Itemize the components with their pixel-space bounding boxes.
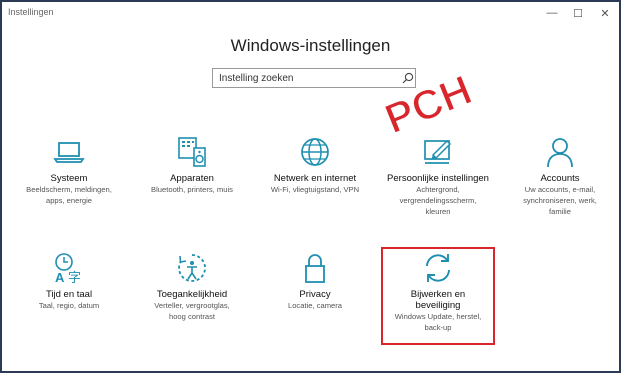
person-icon <box>547 138 573 168</box>
page-title: Windows-instellingen <box>230 36 391 55</box>
tile-title: Apparaten <box>170 173 214 184</box>
tile-desc: Locatie, camera <box>287 301 343 310</box>
watermark-text: PCH <box>378 66 474 132</box>
minimize-button[interactable]: — <box>539 4 565 22</box>
tile-desc: Wi-Fi, vliegtuigstand, VPN <box>270 185 360 194</box>
svg-text:字: 字 <box>68 271 81 285</box>
tile-netwerk[interactable]: Netwerk en internet Wi-Fi, vliegtuigstan… <box>256 135 374 195</box>
tile-toegankelijkheid[interactable]: Toegankelijkheid Verteller, vergrootglas… <box>133 251 251 322</box>
lock-icon <box>305 254 325 283</box>
tile-systeem[interactable]: Systeem Beeldscherm, meldingen, apps, en… <box>10 135 128 206</box>
tile-desc: kleuren <box>425 207 451 216</box>
laptop-icon <box>53 142 85 163</box>
tile-desc: Verteller, vergrootglas, <box>154 301 230 310</box>
globe-icon <box>301 138 329 166</box>
svg-text:A: A <box>55 270 65 285</box>
tile-desc: vergrendelingsscherm, <box>399 196 477 205</box>
pch-watermark: PCH <box>378 65 474 132</box>
tile-tijd-taal[interactable]: A 字 Tijd en taal Taal, regio, datum <box>10 251 128 311</box>
settings-window: Instellingen — ☐ ✕ Windows-instellingen … <box>0 0 621 373</box>
tile-title: Tijd en taal <box>45 289 93 300</box>
tile-title: Accounts <box>540 173 580 184</box>
tile-desc: Bluetooth, printers, muis <box>151 185 233 194</box>
personalization-icon <box>424 139 452 164</box>
tile-privacy[interactable]: Privacy Locatie, camera <box>256 251 374 311</box>
devices-icon <box>178 137 206 167</box>
tile-persoonlijk[interactable]: Persoonlijke instellingen Achtergrond, v… <box>379 135 497 217</box>
tile-accounts[interactable]: Accounts Uw accounts, e-mail, synchronis… <box>501 135 619 217</box>
tile-desc: familie <box>549 207 571 216</box>
tile-desc: synchroniseren, werk, <box>523 196 597 205</box>
tile-desc: Taal, regio, datum <box>38 301 100 310</box>
ease-of-access-icon <box>178 254 206 282</box>
tile-apparaten[interactable]: Apparaten Bluetooth, printers, muis <box>133 135 251 195</box>
close-button[interactable]: ✕ <box>592 4 618 22</box>
tile-title: Netwerk en internet <box>273 173 357 184</box>
tile-desc: Uw accounts, e-mail, <box>524 185 596 194</box>
tile-title: Systeem <box>50 173 88 184</box>
tile-desc: Achtergrond, <box>416 185 460 194</box>
maximize-button[interactable]: ☐ <box>565 4 591 22</box>
highlight-box <box>381 247 495 345</box>
window-title: Instellingen <box>8 7 54 17</box>
tile-title: Persoonlijke instellingen <box>387 173 489 184</box>
tile-title: Privacy <box>299 289 331 300</box>
search-input[interactable] <box>213 69 399 87</box>
title-bar: Instellingen — ☐ ✕ <box>2 2 619 24</box>
time-language-icon: A 字 <box>55 253 81 285</box>
tile-desc: hoog contrast <box>168 312 215 321</box>
tile-desc: apps, energie <box>45 196 93 205</box>
tile-title: Toegankelijkheid <box>156 289 228 300</box>
tile-desc: Beeldscherm, meldingen, <box>26 185 112 194</box>
